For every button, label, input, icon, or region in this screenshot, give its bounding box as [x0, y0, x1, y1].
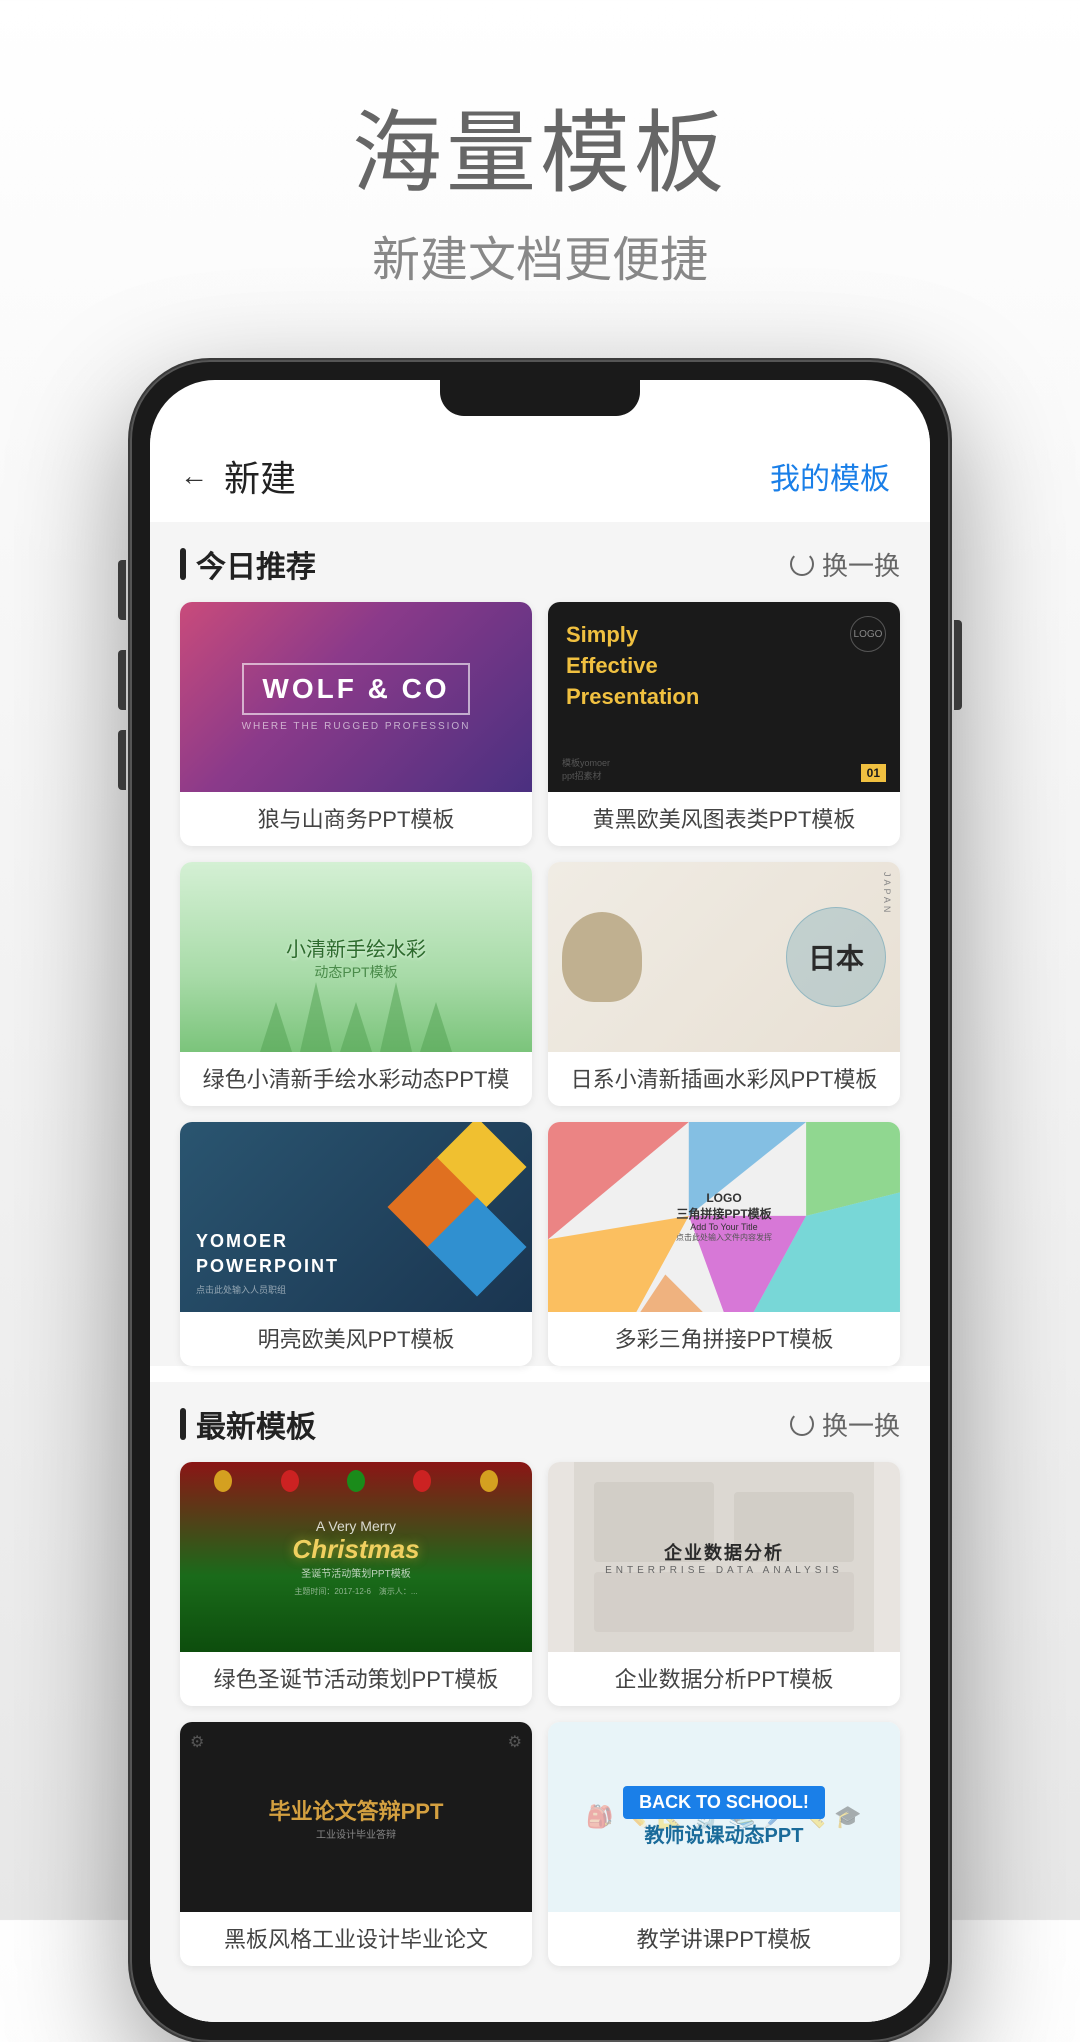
latest-template-grid: A Very Merry Christmas 圣诞节活动策划PPT模板 主题时间… — [180, 1462, 900, 1966]
template-thumb-bizdata: 企业数据分析 ENTERPRISE DATA ANALYSIS — [548, 1462, 900, 1652]
title-bar-accent — [180, 548, 186, 580]
section-title-latest: 最新模板 — [196, 1402, 316, 1446]
template-thumb-christmas: A Very Merry Christmas 圣诞节活动策划PPT模板 主题时间… — [180, 1462, 532, 1652]
template-label-watercolor: 绿色小清新手绘水彩动态PPT模 — [180, 1052, 532, 1106]
wolf-title-text: WOLF & CO — [242, 663, 469, 715]
today-refresh-button[interactable]: 换一换 — [790, 546, 900, 583]
template-card-bizdata[interactable]: 企业数据分析 ENTERPRISE DATA ANALYSIS 企业数据分析PP… — [548, 1462, 900, 1706]
template-label-christmas: 绿色圣诞节活动策划PPT模板 — [180, 1652, 532, 1706]
app-content: ← 新建 我的模板 今日推荐 换一换 — [150, 380, 930, 2022]
template-label-thesis: 黑板风格工业设计毕业论文 — [180, 1912, 532, 1966]
page-subtitle: 新建文档更便捷 — [352, 220, 728, 290]
template-thumb-triangle: LOGO三角拼接PPT模板 Add To Your Title 点击此处输入文件… — [548, 1122, 900, 1312]
template-thumb-japan: 日本 JAPAN — [548, 862, 900, 1052]
template-card-wolf[interactable]: WOLF & CO WHERE THE RUGGED PROFESSION 狼与… — [180, 602, 532, 846]
today-template-grid: WOLF & CO WHERE THE RUGGED PROFESSION 狼与… — [180, 602, 900, 1366]
template-card-watercolor[interactable]: 小清新手绘水彩 动态PPT模板 绿色小清新手绘水彩动 — [180, 862, 532, 1106]
template-card-triangle[interactable]: LOGO三角拼接PPT模板 Add To Your Title 点击此处输入文件… — [548, 1122, 900, 1366]
page-header: 海量模板 新建文档更便捷 — [352, 0, 728, 290]
template-thumb-wolf: WOLF & CO WHERE THE RUGGED PROFESSION — [180, 602, 532, 792]
template-card-japan[interactable]: 日本 JAPAN 日系小清新插画水彩风PPT模板 — [548, 862, 900, 1106]
my-templates-button[interactable]: 我的模板 — [770, 454, 890, 498]
phone-frame: ← 新建 我的模板 今日推荐 换一换 — [130, 360, 950, 2042]
template-thumb-teacher: 🎒 ✏️ 📐 🔬 📚 🖊️ 📏 🎓 — [548, 1722, 900, 1912]
section-header-latest: 最新模板 换一换 — [180, 1382, 900, 1462]
template-thumb-yomoer: YOMOERPOWERPOINT 点击此处输入人员职组 — [180, 1122, 532, 1312]
latest-section: 最新模板 换一换 — [150, 1382, 930, 2022]
refresh-icon — [790, 552, 814, 576]
today-section: 今日推荐 换一换 WOLF & CO WHERE — [150, 522, 930, 1366]
template-card-thesis[interactable]: ⚙ ⚙ 毕业论文答辩PPT 工业设计毕业答辩 黑板风格工业设计毕业论文 — [180, 1722, 532, 1966]
template-label-japan: 日系小清新插画水彩风PPT模板 — [548, 1052, 900, 1106]
template-label-triangle: 多彩三角拼接PPT模板 — [548, 1312, 900, 1366]
phone-notch — [440, 380, 640, 416]
bottom-fade — [180, 1982, 900, 2022]
template-card-teacher[interactable]: 🎒 ✏️ 📐 🔬 📚 🖊️ 📏 🎓 — [548, 1722, 900, 1966]
latest-refresh-icon — [790, 1412, 814, 1436]
template-label-bizdata: 企业数据分析PPT模板 — [548, 1652, 900, 1706]
template-card-yomoer[interactable]: YOMOERPOWERPOINT 点击此处输入人员职组 明亮欧美风PPT模板 — [180, 1122, 532, 1366]
template-label-effective: 黄黑欧美风图表类PPT模板 — [548, 792, 900, 846]
template-thumb-thesis: ⚙ ⚙ 毕业论文答辩PPT 工业设计毕业答辩 — [180, 1722, 532, 1912]
template-card-effective[interactable]: SimplyEffectivePresentation LOGO 模板yomoe… — [548, 602, 900, 846]
section-header-today: 今日推荐 换一换 — [180, 522, 900, 602]
template-thumb-effective: SimplyEffectivePresentation LOGO 模板yomoe… — [548, 602, 900, 792]
latest-refresh-button[interactable]: 换一换 — [790, 1406, 900, 1443]
template-label-yomoer: 明亮欧美风PPT模板 — [180, 1312, 532, 1366]
section-title-today: 今日推荐 — [196, 542, 316, 586]
template-label-teacher: 教学讲课PPT模板 — [548, 1912, 900, 1966]
page-title: 海量模板 — [352, 80, 728, 210]
template-label-wolf: 狼与山商务PPT模板 — [180, 792, 532, 846]
screen-title: 新建 — [224, 450, 296, 502]
template-card-christmas[interactable]: A Very Merry Christmas 圣诞节活动策划PPT模板 主题时间… — [180, 1462, 532, 1706]
phone-screen: ← 新建 我的模板 今日推荐 换一换 — [150, 380, 930, 2022]
template-thumb-watercolor: 小清新手绘水彩 动态PPT模板 — [180, 862, 532, 1052]
top-bar: ← 新建 我的模板 — [150, 430, 930, 522]
phone-mockup: ← 新建 我的模板 今日推荐 换一换 — [130, 360, 950, 2042]
back-button[interactable]: ← — [180, 460, 208, 492]
latest-title-bar-accent — [180, 1408, 186, 1440]
